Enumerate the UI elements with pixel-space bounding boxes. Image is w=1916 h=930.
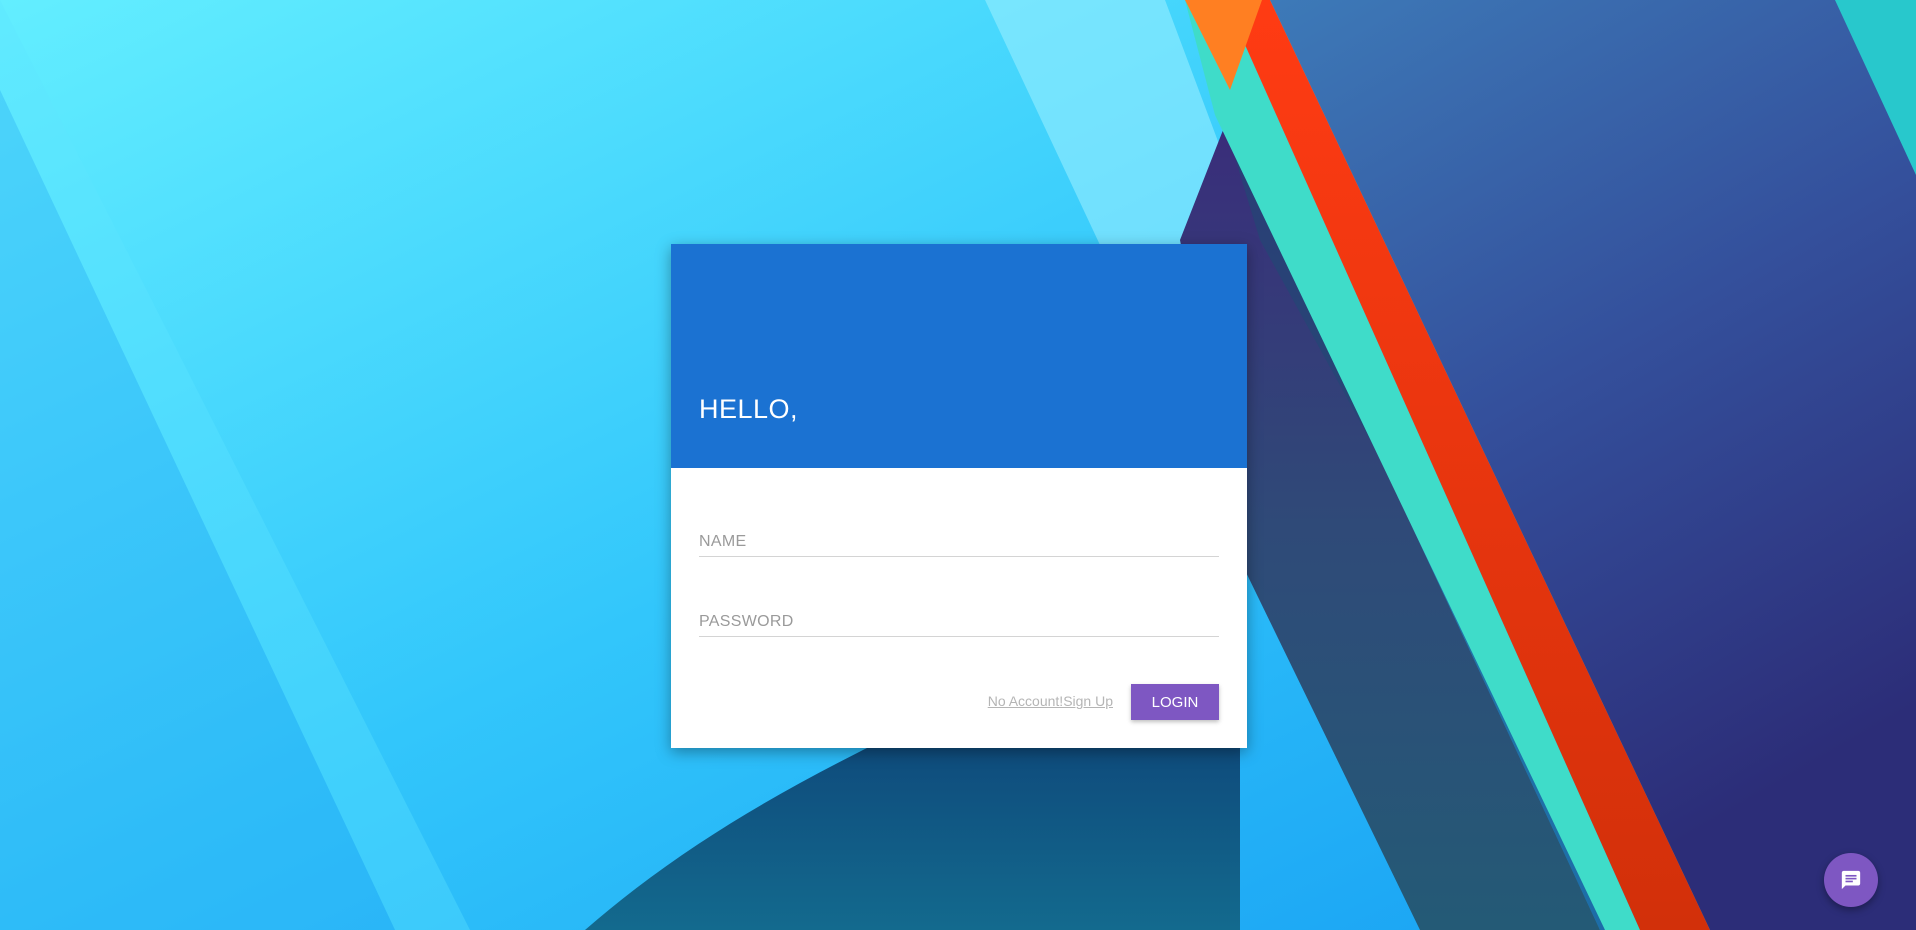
password-input[interactable] bbox=[699, 602, 1219, 636]
chat-button[interactable] bbox=[1824, 853, 1878, 907]
chat-message-icon bbox=[1841, 870, 1861, 890]
password-field[interactable] bbox=[699, 602, 1219, 637]
card-header: HELLO, bbox=[671, 244, 1247, 468]
signup-link[interactable]: No Account!Sign Up bbox=[988, 693, 1113, 709]
name-field[interactable] bbox=[699, 522, 1219, 557]
login-button[interactable]: LOGIN bbox=[1131, 684, 1219, 720]
login-card: HELLO, No Account!Sign Up LOGIN bbox=[671, 244, 1247, 748]
name-input[interactable] bbox=[699, 522, 1219, 556]
greeting-title: HELLO, bbox=[699, 394, 799, 424]
